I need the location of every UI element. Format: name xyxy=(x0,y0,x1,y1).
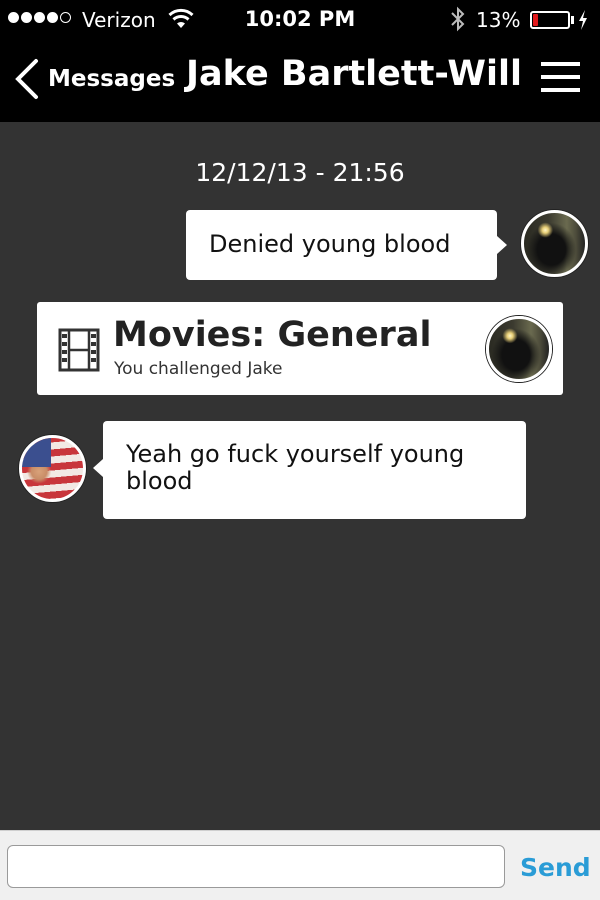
message-timestamp: 12/12/13 - 21:56 xyxy=(195,158,405,187)
charging-bolt-icon xyxy=(579,10,587,30)
challenge-title: Movies: General xyxy=(113,315,432,355)
challenge-subtitle: You challenged Jake xyxy=(114,359,283,379)
back-button[interactable]: Messages xyxy=(12,56,175,102)
battery-icon xyxy=(530,11,570,29)
film-icon xyxy=(58,328,100,372)
outgoing-message-bubble: Denied young blood xyxy=(186,210,507,280)
menu-line xyxy=(541,62,580,66)
navigation-bar: Messages Jake Bartlett-Will xyxy=(0,40,600,122)
composer-bar: Send xyxy=(0,830,600,900)
send-button[interactable]: Send xyxy=(520,853,591,882)
avatar-self[interactable] xyxy=(19,435,86,502)
bubble-tail xyxy=(497,236,507,254)
status-bar: Verizon 10:02 PM 13% xyxy=(0,0,600,40)
bluetooth-icon xyxy=(451,6,465,32)
chevron-left-icon xyxy=(15,59,38,99)
message-text: Denied young blood xyxy=(209,230,451,258)
battery-percentage: 13% xyxy=(476,8,521,32)
hamburger-menu-icon[interactable] xyxy=(541,60,581,94)
avatar-jake[interactable] xyxy=(521,210,588,277)
flag-canton xyxy=(22,438,52,468)
battery-cap xyxy=(571,16,574,24)
challenge-card[interactable]: Movies: General You challenged Jake xyxy=(37,302,563,395)
menu-line xyxy=(541,88,580,92)
battery-level xyxy=(533,14,538,26)
avatar-jake xyxy=(486,316,552,382)
incoming-message-bubble: Yeah go fuck yourself young blood xyxy=(93,421,526,519)
back-button-label: Messages xyxy=(48,66,176,92)
menu-line xyxy=(541,75,580,79)
message-input[interactable] xyxy=(7,845,505,888)
message-text: Yeah go fuck yourself young blood xyxy=(126,440,465,495)
bubble-tail xyxy=(93,459,103,477)
conversation-title: Jake Bartlett-Will xyxy=(186,54,522,94)
